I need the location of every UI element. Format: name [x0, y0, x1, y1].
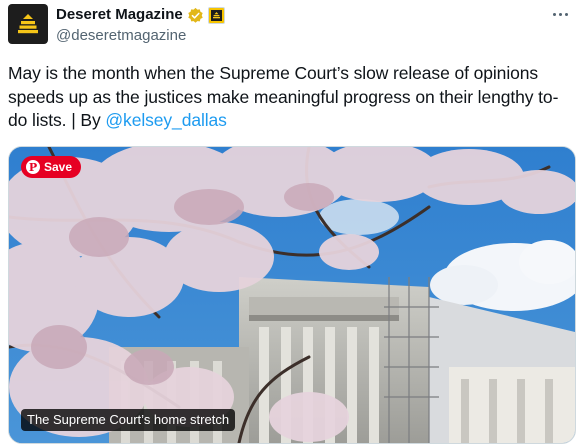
media-card[interactable]: P Save The Supreme Court’s home stretch	[8, 146, 576, 444]
media-caption: The Supreme Court’s home stretch	[21, 409, 236, 431]
account-avatar[interactable]	[8, 4, 48, 44]
affiliate-badge-icon[interactable]	[207, 6, 225, 24]
author-mention-link[interactable]: @kelsey_dallas	[105, 110, 227, 130]
tweet-text: May is the month when the Supreme Court’…	[8, 62, 574, 133]
tweet-body: May is the month when the Supreme Court’…	[8, 63, 559, 130]
gold-verified-badge-icon[interactable]	[187, 7, 204, 24]
pinterest-icon: P	[26, 160, 40, 174]
account-handle[interactable]: @deseretmagazine	[56, 26, 186, 46]
pinterest-save-button[interactable]: P Save	[21, 156, 82, 178]
account-display-name[interactable]: Deseret Magazine	[56, 5, 183, 25]
media-image	[9, 147, 575, 443]
beehive-icon	[18, 14, 38, 34]
pinterest-save-label: Save	[44, 160, 73, 174]
more-options-icon[interactable]	[548, 4, 572, 24]
account-name-row: Deseret Magazine	[56, 5, 225, 25]
tweet-card[interactable]: Deseret Magazine @deseretmagazine May is…	[0, 0, 584, 445]
